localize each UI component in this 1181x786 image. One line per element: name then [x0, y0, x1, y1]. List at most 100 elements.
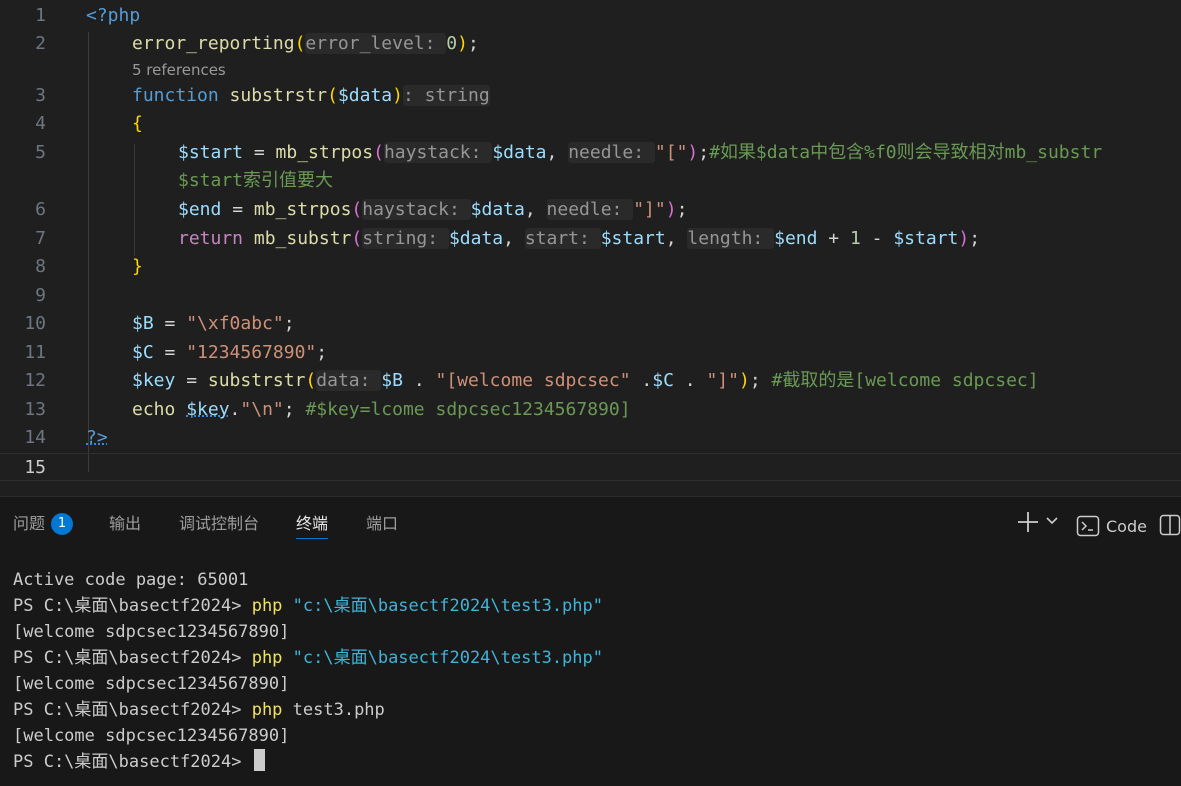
terminal-profile-button[interactable]: Code — [1076, 513, 1147, 539]
code-token: substrstr — [207, 370, 306, 391]
terminal-command: php — [251, 648, 293, 668]
problems-count-badge: 1 — [51, 513, 74, 535]
code-token: . — [673, 370, 707, 391]
code-token: $start — [893, 228, 959, 249]
tab-terminal-label: 终端 — [296, 514, 329, 533]
code-token: #截取的是[welcome sdpcsec] — [771, 370, 1039, 391]
line-number: 2 — [35, 33, 46, 54]
line-number: 3 — [35, 85, 46, 106]
terminal-line: [welcome sdpcsec1234567890] — [13, 619, 1173, 645]
terminal-dropdown-button[interactable] — [1045, 513, 1059, 539]
code-text: } — [132, 253, 143, 281]
terminal-line: PS C:\桌面\basectf2024> — [13, 749, 1173, 775]
code-line[interactable]: 14 ?> — [0, 424, 1181, 452]
split-terminal-button[interactable] — [1159, 514, 1181, 540]
code-line[interactable]: 4{ — [0, 110, 1181, 138]
inlay-hint: length: — [687, 228, 775, 249]
inlay-hint: start: — [524, 228, 601, 249]
terminal-line: PS C:\桌面\basectf2024> php "c:\桌面\basectf… — [13, 645, 1173, 671]
code-text: { — [132, 110, 143, 138]
code-line[interactable]: 3 function substrstr($data): string — [0, 82, 1181, 110]
terminal-cursor — [253, 749, 265, 771]
terminal-icon — [1076, 515, 1100, 537]
code-token: = — [153, 313, 187, 334]
code-line[interactable]: 2 error_reporting(error_level: 0); — [0, 30, 1181, 58]
terminal-profile-label: Code — [1106, 516, 1147, 536]
code-token: } — [132, 256, 143, 277]
inlay-hint: string: — [362, 228, 449, 249]
code-token: { — [132, 113, 143, 134]
code-token: = — [153, 342, 187, 363]
terminal-text: PS C:\桌面\basectf2024> — [13, 752, 252, 772]
tab-ports-label: 端口 — [366, 514, 399, 533]
code-token: ; — [969, 228, 981, 249]
inlay-hint: needle: — [546, 199, 634, 220]
code-token: ) — [392, 85, 403, 106]
code-token: 0 — [446, 33, 458, 54]
code-line[interactable]: 12 $key = substrstr(data: $B . "[welcome … — [0, 367, 1181, 395]
line-number: 6 — [35, 199, 46, 220]
code-token: ) — [687, 142, 699, 163]
code-token: = — [221, 199, 254, 220]
code-lens-references[interactable]: 5 references — [132, 59, 226, 81]
code-token: $end — [178, 199, 222, 220]
code-line[interactable]: 8} — [0, 253, 1181, 281]
terminal-argument: "c:\桌面\basectf2024\test3.php" — [292, 648, 603, 668]
terminal-command: php — [251, 596, 293, 616]
code-token: ; — [467, 33, 479, 54]
code-token: mb_substr — [253, 228, 352, 249]
tab-problems-label: 问题 — [13, 514, 46, 533]
code-line[interactable]: 15 — [0, 453, 1181, 481]
code-line[interactable]: 9 — [0, 282, 1181, 310]
code-token: ) — [738, 370, 750, 391]
code-token: = — [175, 370, 208, 391]
terminal-text: [welcome sdpcsec1234567890] — [13, 674, 290, 694]
code-token: $end — [774, 228, 818, 249]
new-terminal-button[interactable] — [1016, 509, 1040, 535]
tab-output[interactable]: 输出 — [109, 513, 141, 539]
code-token: <?php — [86, 5, 141, 26]
code-token: , — [503, 228, 525, 249]
code-text: error_reporting(error_level: 0); — [132, 30, 479, 58]
code-editor[interactable]: 5 references 1 <?php 2 error_reporting(erro… — [0, 0, 1181, 496]
code-line[interactable]: 6 $end = mb_strpos(haystack: $data, needl… — [0, 196, 1181, 224]
tab-ports[interactable]: 端口 — [366, 513, 398, 539]
code-token: $key — [132, 370, 176, 391]
code-line[interactable]: 10 $B = "\xf0abc"; — [0, 310, 1181, 338]
code-token: $C — [132, 342, 154, 363]
code-token: ; — [283, 399, 306, 420]
code-token: $start — [178, 142, 244, 163]
code-line[interactable]: 13 echo $key."\n"; #$key=lcome sdpcsec123… — [0, 396, 1181, 424]
terminal-output[interactable]: Active code page: 65001 PS C:\桌面\basectf2… — [13, 567, 1173, 775]
code-line[interactable]: 1 <?php — [0, 2, 1181, 30]
code-token: $B — [132, 313, 154, 334]
code-token: $key — [186, 399, 230, 420]
code-line[interactable]: 7 return mb_substr(string: $data, start: … — [0, 225, 1181, 253]
line-number: 14 — [24, 427, 46, 448]
code-line[interactable]: $start索引值要大 — [0, 167, 1181, 195]
terminal-text: [welcome sdpcsec1234567890] — [13, 622, 290, 642]
code-token: 1 — [849, 228, 861, 249]
terminal-command: php — [251, 700, 293, 720]
code-line[interactable]: 5 $start = mb_strpos(haystack: $data, nee… — [0, 139, 1181, 167]
tab-problems[interactable]: 问题 1 — [13, 513, 74, 539]
code-text: $B = "\xf0abc"; — [132, 310, 295, 338]
code-token: $data — [337, 85, 393, 106]
code-token: ) — [958, 228, 970, 249]
tab-debug-console[interactable]: 调试控制台 — [179, 513, 259, 539]
terminal-line: PS C:\桌面\basectf2024> php "c:\桌面\basectf… — [13, 593, 1173, 619]
code-token: ?> — [86, 427, 108, 448]
code-token: ; — [698, 142, 710, 163]
line-number: 13 — [24, 399, 46, 420]
code-token: $C — [652, 370, 674, 391]
inlay-hint: error_level: — [305, 33, 447, 54]
line-number: 10 — [24, 313, 46, 334]
inlay-hint: haystack: — [383, 142, 493, 163]
code-text: function substrstr($data): string — [132, 82, 490, 110]
code-line[interactable]: 11 $C = "1234567890"; — [0, 339, 1181, 367]
code-token: ( — [373, 142, 384, 163]
code-token: mb_strpos — [275, 142, 374, 163]
tab-terminal[interactable]: 终端 — [296, 513, 329, 539]
line-number: 8 — [35, 256, 46, 277]
terminal-text: Active code page: 65001 — [13, 570, 249, 590]
